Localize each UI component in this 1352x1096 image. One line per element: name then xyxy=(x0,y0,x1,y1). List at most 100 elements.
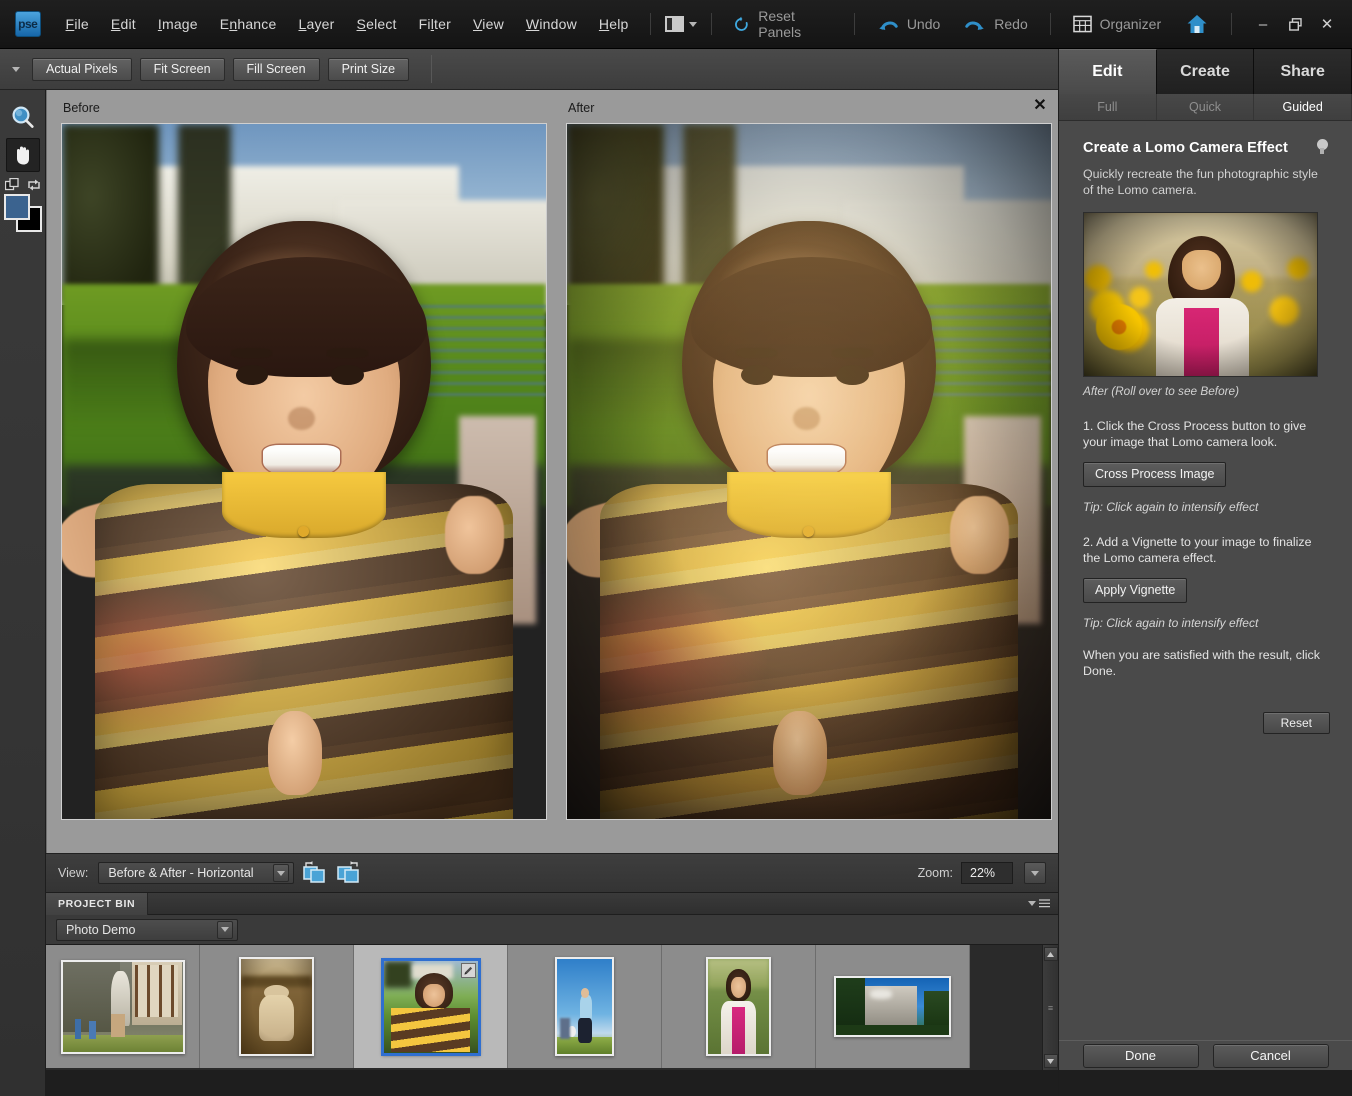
bin-cell-4[interactable] xyxy=(508,945,662,1068)
after-scene xyxy=(567,124,1051,819)
chevron-down-icon xyxy=(217,921,233,939)
thumb-castle-figure[interactable] xyxy=(61,960,185,1054)
minimize-button[interactable]: – xyxy=(1248,10,1278,38)
menu-window[interactable]: Window xyxy=(515,10,588,38)
scroll-down-button[interactable] xyxy=(1044,1054,1058,1068)
layout-icon xyxy=(665,16,684,32)
photoshop-elements-window: pse File Edit Image Enhance Layer Select… xyxy=(0,0,1352,1096)
subtab-full[interactable]: Full xyxy=(1059,94,1157,120)
rotate-left-button[interactable] xyxy=(302,861,328,885)
reset-button[interactable]: Reset xyxy=(1263,712,1330,734)
guide-title-row: Create a Lomo Camera Effect xyxy=(1083,139,1330,157)
cancel-button[interactable]: Cancel xyxy=(1213,1044,1329,1068)
guide-title: Create a Lomo Camera Effect xyxy=(1083,140,1288,156)
reset-panels-label: Reset Panels xyxy=(758,8,832,40)
menu-file[interactable]: File xyxy=(55,10,100,38)
redo-button[interactable]: Redo xyxy=(952,11,1039,38)
thumb-boy-striped-shirt[interactable] xyxy=(382,959,480,1055)
guide-preview-image[interactable] xyxy=(1083,212,1318,377)
pencil-icon xyxy=(463,965,474,976)
print-size-button[interactable]: Print Size xyxy=(328,58,410,81)
swap-colors-icon[interactable] xyxy=(27,178,41,192)
thumb-cliff-landscape[interactable] xyxy=(834,976,951,1037)
hand-tool[interactable] xyxy=(6,138,40,172)
tab-share[interactable]: Share xyxy=(1254,49,1352,94)
restore-icon xyxy=(1289,18,1302,31)
lightbulb-icon[interactable] xyxy=(1316,139,1330,157)
close-button[interactable]: ✕ xyxy=(1312,10,1342,38)
view-mode-select[interactable]: Before & After - Horizontal xyxy=(98,862,294,884)
image-canvas-area: Before After ✕ xyxy=(46,90,1058,853)
thumb-soccer-jump[interactable] xyxy=(555,957,614,1056)
menu-view[interactable]: View xyxy=(462,10,515,38)
project-bin-scrollbar[interactable]: ≡ xyxy=(1042,945,1058,1070)
reset-icon xyxy=(733,15,750,34)
toolbar-separator xyxy=(650,13,651,35)
undo-label: Undo xyxy=(907,16,940,32)
thumb-girl-field[interactable] xyxy=(706,957,771,1056)
subtab-quick[interactable]: Quick xyxy=(1157,94,1255,120)
bin-cell-6[interactable] xyxy=(816,945,970,1068)
chevron-down-icon xyxy=(689,22,697,27)
tab-edit[interactable]: Edit xyxy=(1059,49,1157,94)
menu-image[interactable]: Image xyxy=(147,10,209,38)
scroll-grip[interactable]: ≡ xyxy=(1044,1001,1058,1015)
project-bin-menu-button[interactable] xyxy=(1028,899,1058,908)
options-expander[interactable] xyxy=(8,67,24,72)
album-select[interactable]: Photo Demo xyxy=(56,919,238,941)
undo-button[interactable]: Undo xyxy=(865,11,952,38)
reset-panels-button[interactable]: Reset Panels xyxy=(721,3,843,45)
after-image[interactable] xyxy=(566,123,1052,820)
bin-cell-2[interactable] xyxy=(200,945,354,1068)
bin-cell-3[interactable] xyxy=(354,945,508,1068)
zoom-input[interactable]: 22% xyxy=(961,862,1013,884)
menu-edit[interactable]: Edit xyxy=(100,10,147,38)
color-swatches[interactable] xyxy=(4,194,42,232)
actual-pixels-button[interactable]: Actual Pixels xyxy=(32,58,132,81)
project-bin-tab[interactable]: PROJECT BIN xyxy=(46,893,148,915)
app-logo: pse xyxy=(15,11,41,37)
menu-enhance[interactable]: Enhance xyxy=(209,10,288,38)
toolbar-separator-2 xyxy=(711,13,712,35)
panel-subtabs: Full Quick Guided xyxy=(1059,94,1352,121)
zoom-dropdown-button[interactable] xyxy=(1024,862,1046,884)
close-image-icon[interactable]: ✕ xyxy=(1030,95,1050,115)
view-label: View: xyxy=(58,866,88,880)
menu-filter[interactable]: Filter xyxy=(408,10,462,38)
chevron-down-icon xyxy=(1047,1059,1054,1064)
foreground-color-swatch[interactable] xyxy=(4,194,30,220)
menu-select[interactable]: Select xyxy=(346,10,408,38)
fit-screen-button[interactable]: Fit Screen xyxy=(140,58,225,81)
subtab-guided[interactable]: Guided xyxy=(1254,94,1352,120)
rotate-right-icon xyxy=(336,861,362,885)
bin-cell-1[interactable] xyxy=(46,945,200,1068)
bin-cell-5[interactable] xyxy=(662,945,816,1068)
guide-tip-1: Tip: Click again to intensify effect xyxy=(1083,500,1330,514)
menu-layer[interactable]: Layer xyxy=(287,10,345,38)
before-image[interactable] xyxy=(61,123,547,820)
hand-icon xyxy=(11,143,35,167)
edit-badge-icon xyxy=(461,963,476,978)
chevron-up-icon xyxy=(1047,952,1054,957)
scroll-up-button[interactable] xyxy=(1044,947,1058,961)
menu-help[interactable]: Help xyxy=(588,10,640,38)
sep-b xyxy=(1050,13,1051,35)
tab-create[interactable]: Create xyxy=(1157,49,1255,94)
apply-vignette-button[interactable]: Apply Vignette xyxy=(1083,578,1187,603)
rotate-right-button[interactable] xyxy=(336,861,362,885)
after-label: After xyxy=(568,101,594,115)
done-button[interactable]: Done xyxy=(1083,1044,1199,1068)
restore-button[interactable] xyxy=(1280,10,1310,38)
fill-screen-button[interactable]: Fill Screen xyxy=(233,58,320,81)
layout-button[interactable] xyxy=(661,13,701,35)
default-colors-icon[interactable] xyxy=(5,178,20,192)
tools-panel xyxy=(0,90,46,1096)
cross-process-image-button[interactable]: Cross Process Image xyxy=(1083,462,1226,487)
home-button[interactable] xyxy=(1173,8,1221,40)
panel-menu-icon xyxy=(1039,899,1050,908)
project-bin-thumbnails: ≡ xyxy=(46,945,1058,1070)
zoom-tool[interactable] xyxy=(6,101,40,135)
thumb-sepia-girl[interactable] xyxy=(239,957,314,1056)
chevron-down-icon xyxy=(1031,871,1039,876)
organizer-button[interactable]: Organizer xyxy=(1061,10,1173,38)
